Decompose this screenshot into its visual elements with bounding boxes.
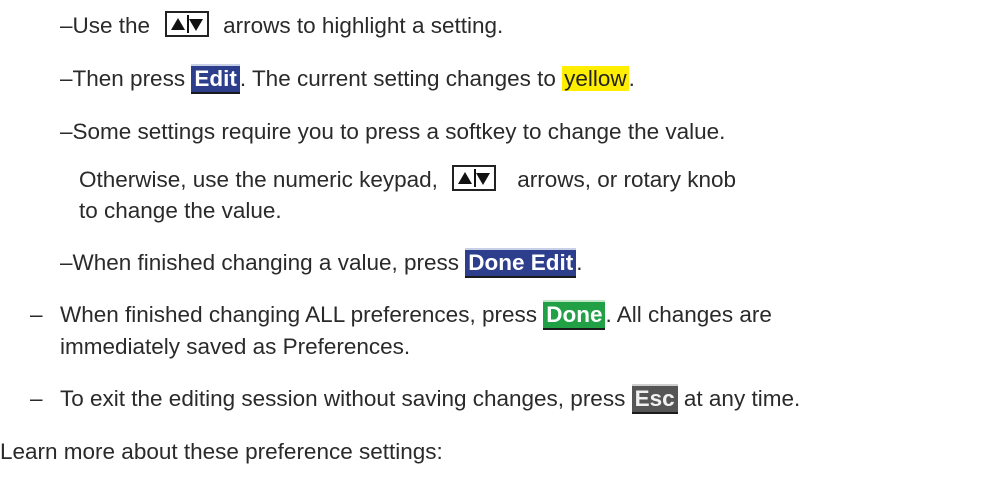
dash: – [30, 302, 43, 327]
step-text: When finished changing a value, press [72, 250, 460, 275]
step-use-arrows: –Use the arrows to highlight a setting. [60, 11, 503, 41]
step-done-edit: –When finished changing a value, press D… [60, 248, 583, 278]
step-text: to change the value. [79, 198, 282, 223]
yellow-highlight: yellow [562, 66, 629, 91]
edit-key[interactable]: Edit [191, 64, 240, 94]
bullet-done-text: When finished changing ALL preferences, … [60, 300, 772, 330]
step-softkey-note: –Some settings require you to press a so… [60, 117, 725, 147]
up-down-arrow-keys-icon [452, 165, 497, 191]
done-edit-key[interactable]: Done Edit [465, 248, 577, 278]
bullet-esc-text: To exit the editing session without savi… [60, 384, 800, 414]
esc-key[interactable]: Esc [631, 384, 678, 414]
dash: – [60, 250, 73, 275]
step-text: . The current setting changes to [239, 66, 556, 91]
step-text: When finished changing ALL preferences, … [60, 302, 537, 327]
bullet-done: – [30, 300, 43, 330]
period: . [576, 250, 583, 275]
step-text: arrows to highlight a setting. [223, 13, 504, 38]
step-text: . All changes are [605, 302, 772, 327]
period: . [628, 66, 635, 91]
step-text: at any time. [683, 386, 801, 411]
dash: – [60, 119, 73, 144]
step-press-edit: –Then press Edit. The current setting ch… [60, 64, 635, 94]
up-down-arrow-keys-icon [164, 11, 209, 37]
step-otherwise-cont: to change the value. [79, 196, 282, 226]
learn-more-text: Learn more about these preference settin… [0, 439, 443, 464]
dash: – [60, 13, 73, 38]
learn-more: Learn more about these preference settin… [0, 437, 443, 467]
step-otherwise: Otherwise, use the numeric keypad, arrow… [79, 165, 736, 195]
step-text: Then press [72, 66, 186, 91]
step-text: Otherwise, use the numeric keypad, [79, 167, 438, 192]
step-text: immediately saved as Preferences. [60, 334, 411, 359]
bullet-done-cont: immediately saved as Preferences. [60, 332, 410, 362]
step-text: To exit the editing session without savi… [60, 386, 626, 411]
instructions-page: –Use the arrows to highlight a setting. … [0, 0, 991, 480]
done-key[interactable]: Done [543, 300, 606, 330]
step-text: Some settings require you to press a sof… [72, 119, 726, 144]
dash: – [60, 66, 73, 91]
step-text: Use the [72, 13, 151, 38]
step-text: arrows, or rotary knob [517, 167, 737, 192]
dash: – [30, 386, 43, 411]
bullet-esc: – [30, 384, 43, 414]
